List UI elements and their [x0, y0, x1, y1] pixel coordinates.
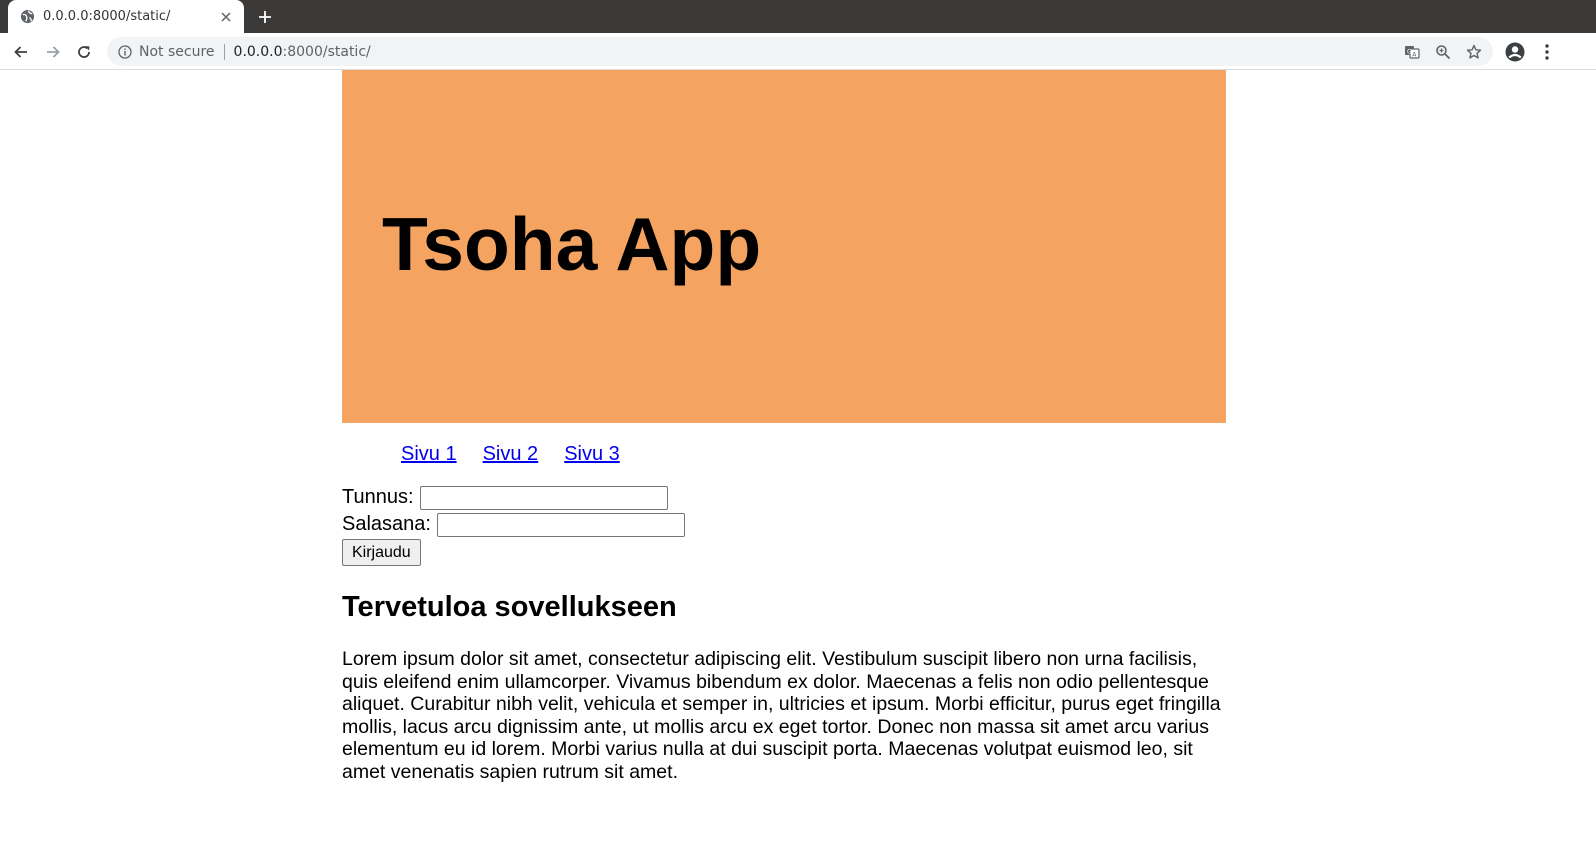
security-label: Not secure [139, 43, 215, 60]
divider [223, 43, 225, 60]
new-tab-icon[interactable] [255, 7, 275, 27]
url-text[interactable]: 0.0.0.0:8000/static/ [234, 44, 371, 60]
tab-title: 0.0.0.0:8000/static/ [43, 9, 171, 24]
info-icon[interactable] [117, 44, 133, 60]
tab-strip: 0.0.0.0:8000/static/ [0, 0, 1596, 33]
browser-toolbar: Not secure 0.0.0.0:8000/static/ GA [0, 33, 1596, 70]
back-arrow-icon[interactable] [10, 41, 32, 63]
username-input[interactable] [419, 485, 668, 510]
reload-icon[interactable] [73, 41, 95, 63]
password-row: Salasana: [342, 511, 685, 538]
address-bar[interactable]: Not secure 0.0.0.0:8000/static/ GA [107, 37, 1493, 66]
globe-icon [20, 9, 35, 24]
url-host: 0.0.0.0 [233, 43, 283, 60]
username-row: Tunnus: [342, 484, 685, 511]
login-button[interactable]: Kirjaudu [342, 539, 421, 566]
browser-tab[interactable]: 0.0.0.0:8000/static/ [8, 0, 244, 33]
omnibox-actions: GA [1392, 37, 1493, 66]
forward-arrow-icon[interactable] [42, 41, 64, 63]
page-title: Tsoha App [382, 202, 762, 286]
profile-icon[interactable] [1504, 41, 1526, 63]
close-icon[interactable] [218, 9, 234, 25]
intro-paragraph: Lorem ipsum dolor sit amet, consectetur … [342, 648, 1221, 783]
password-input[interactable] [436, 512, 685, 537]
nav-link-sivu-3[interactable]: Sivu 3 [564, 443, 620, 466]
main-nav: Sivu 1 Sivu 2 Sivu 3 [401, 443, 646, 466]
welcome-heading: Tervetuloa sovellukseen [342, 591, 677, 623]
translate-icon[interactable]: GA [1401, 41, 1423, 63]
nav-link-sivu-2[interactable]: Sivu 2 [483, 443, 539, 466]
bookmark-star-icon[interactable] [1463, 41, 1485, 63]
menu-kebab-icon[interactable] [1536, 41, 1558, 63]
nav-link-sivu-1[interactable]: Sivu 1 [401, 443, 457, 466]
url-path: :8000/static/ [282, 43, 371, 60]
username-label: Tunnus: [342, 486, 414, 508]
hero-banner: Tsoha App [342, 70, 1226, 423]
login-form: Tunnus: Salasana: Kirjaudu [342, 484, 685, 566]
page-viewport: Tsoha App Sivu 1 Sivu 2 Sivu 3 Tunnus: S… [0, 70, 1596, 861]
password-label: Salasana: [342, 513, 431, 535]
zoom-icon[interactable] [1432, 41, 1454, 63]
page-container: Tsoha App Sivu 1 Sivu 2 Sivu 3 Tunnus: S… [342, 70, 1226, 783]
svg-text:G: G [1407, 48, 1412, 55]
